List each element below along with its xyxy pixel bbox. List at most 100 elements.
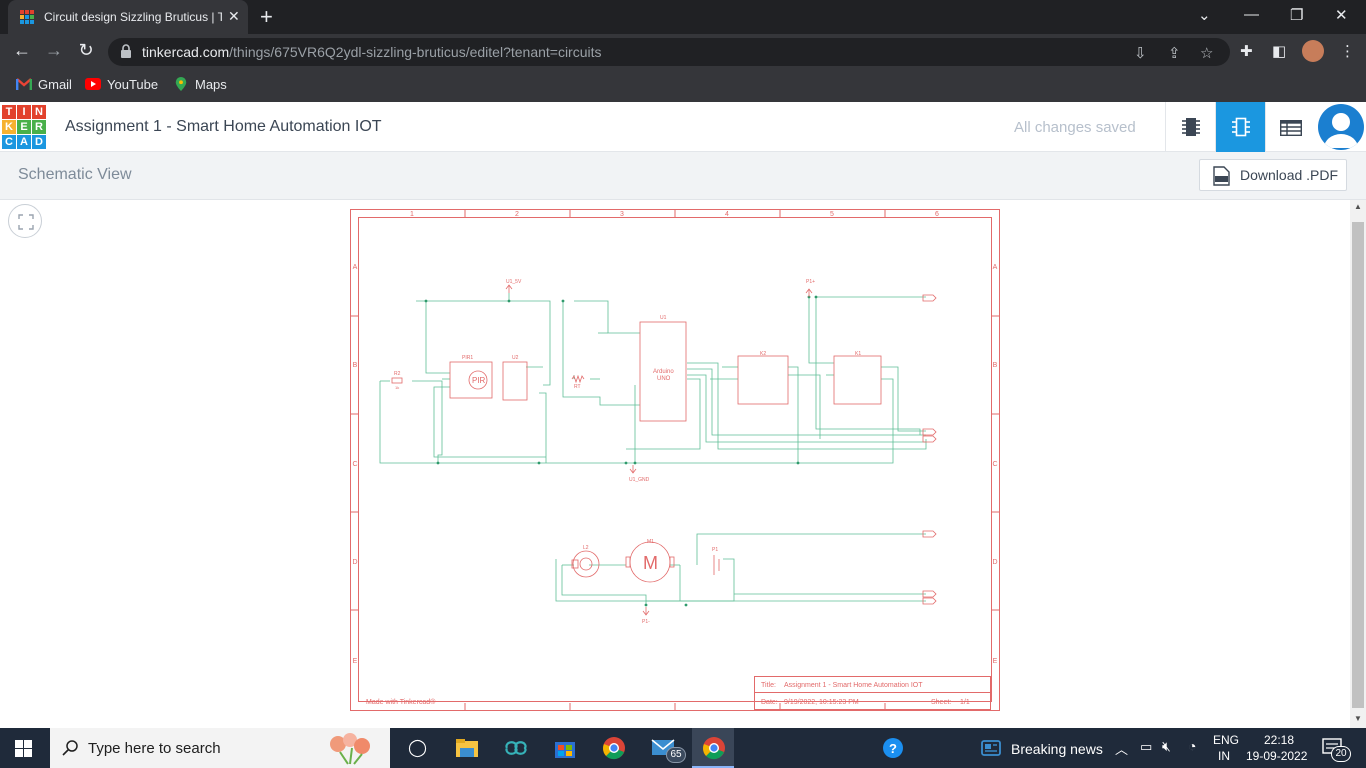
scroll-up-icon[interactable]: ▲ [1354,202,1362,211]
clock-time[interactable]: 22:18 [1264,733,1294,747]
user-silhouette-icon [1324,113,1358,148]
side-panel-icon[interactable]: ◧ [1272,42,1286,60]
l2-ref: L2 [583,545,589,551]
tab-search-icon[interactable]: ⌄ [1198,6,1211,24]
sheet-value: 1/1 [960,699,970,706]
r2-resistor [391,377,403,384]
breaking-news-label[interactable]: Breaking news [1011,741,1103,757]
bookmark-star-icon[interactable]: ☆ [1200,44,1213,62]
scroll-down-icon[interactable]: ▼ [1354,714,1362,723]
k1-ref: K1 [855,351,861,357]
volume-muted-icon[interactable]: 🔇︎ [1162,738,1171,755]
schematic-chip-icon [1232,117,1250,137]
title-block: Title: Assignment 1 - Smart Home Automat… [366,682,970,706]
new-tab-button[interactable]: + [260,4,273,30]
language-top[interactable]: ENG [1213,733,1239,747]
bookmark-label: Gmail [38,77,72,92]
bookmark-gmail[interactable]: Gmail [16,77,72,95]
made-with-tinkercad: Made with Tinkercad® [366,698,436,706]
tinkercad-logo[interactable]: T I N K E R C A D [2,105,46,150]
title-label: Title: [761,682,776,689]
taskbar-search-box[interactable]: Type here to search [50,728,390,768]
row-label-d-right: D [992,559,997,566]
language-bottom[interactable]: IN [1218,749,1230,763]
tab-title: Circuit design Sizzling Bruticus | T [44,10,222,24]
rt-ref: RT [574,384,581,390]
back-button[interactable]: ← [10,40,34,61]
forward-button[interactable]: → [42,40,66,61]
fit-to-view-button[interactable] [8,204,42,238]
wifi-icon[interactable]: ◔ [1188,738,1196,754]
profile-avatar-icon[interactable] [1302,40,1324,62]
schematic-sheet[interactable]: 1 2 3 4 5 6 A B C D E A B C D E U1_5V P1… [350,209,1000,711]
u1-ref: U1 [660,315,667,321]
bookmark-maps[interactable]: Maps [173,77,227,95]
chrome-icon[interactable] [600,734,628,762]
p1-ref: P1 [712,547,718,553]
task-view-icon[interactable]: ◯ [408,738,427,758]
chrome-active-app[interactable] [692,728,734,768]
windows-taskbar: Type here to search ◯ 65 ? Breaking news… [0,728,1366,768]
clock-date[interactable]: 19-09-2022 [1246,749,1307,763]
restore-button[interactable]: ❐ [1290,6,1303,24]
help-icon[interactable]: ? [883,738,903,758]
col-label-6: 6 [935,211,939,218]
flowers-illustration-icon [330,733,370,765]
address-bar[interactable]: tinkercad.com/things/675VR6Q2ydl-sizzlin… [108,38,1230,66]
arduino-ide-icon[interactable] [502,734,530,762]
row-label-a-left: A [353,264,358,271]
row-label-c-right: C [992,461,997,468]
reload-button[interactable]: ↻ [74,40,98,61]
svg-text:?: ? [889,741,897,756]
sheet-inner-border [358,217,992,702]
scrollbar-thumb[interactable] [1352,222,1364,708]
browser-tab-active[interactable]: Circuit design Sizzling Bruticus | T ✕ [8,0,248,34]
view-title: Schematic View [18,166,132,183]
install-app-icon[interactable]: ⇩ [1134,44,1147,62]
date-label: Date: [761,699,778,706]
extensions-icon[interactable]: ✚ [1240,42,1253,60]
schematic-view-button[interactable] [1215,102,1265,152]
row-label-b-left: B [353,362,358,369]
download-label: Download .PDF [1240,167,1339,183]
net-u1-5v: U1_5V [506,279,522,285]
bookmark-youtube[interactable]: YouTube [85,77,158,95]
circuit-view-button[interactable] [1165,102,1215,152]
notification-count-badge: 20 [1331,746,1351,762]
download-pdf-button[interactable]: Download .PDF [1199,159,1347,191]
youtube-icon [85,78,101,90]
user-avatar[interactable] [1318,104,1364,150]
col-label-3: 3 [620,211,624,218]
chrome-menu-icon[interactable]: ⋮ [1340,42,1355,60]
battery-icon[interactable]: ▭ [1140,739,1152,755]
schematic-components [391,321,882,583]
project-title[interactable]: Assignment 1 - Smart Home Automation IOT [65,118,382,136]
url-host: tinkercad.com [142,44,230,60]
windows-start-icon[interactable] [15,740,32,757]
share-icon[interactable]: ⇪ [1168,44,1181,62]
close-window-button[interactable]: ✕ [1335,6,1348,24]
tinkercad-favicon-icon [20,10,34,24]
row-label-d-left: D [352,559,357,566]
minimize-button[interactable]: — [1244,6,1259,23]
microsoft-store-icon[interactable] [551,734,579,762]
schematic-subheader: Schematic View Download .PDF [0,152,1366,200]
row-label-a-right: A [993,264,998,271]
net-labels: U1_5V P1+ U1_GND P1- [506,279,815,625]
lock-icon [121,44,131,58]
col-label-5: 5 [830,211,834,218]
u2-ref: U2 [512,355,519,361]
component-list-button[interactable] [1265,102,1315,152]
table-list-icon [1280,120,1302,136]
row-label-c-left: C [352,461,357,468]
show-hidden-icons[interactable]: ︿ [1115,739,1128,758]
browser-tab-bar: Circuit design Sizzling Bruticus | T ✕ +… [0,0,1366,34]
row-label-e-right: E [993,658,998,665]
close-tab-icon[interactable]: ✕ [228,8,240,25]
search-icon [62,740,78,756]
search-placeholder: Type here to search [88,740,221,757]
browser-toolbar: ← → ↻ tinkercad.com/things/675VR6Q2ydl-s… [0,34,1366,70]
r2-value: 1k [395,385,399,390]
news-widget-icon[interactable] [981,740,1001,756]
file-explorer-icon[interactable] [453,734,481,762]
